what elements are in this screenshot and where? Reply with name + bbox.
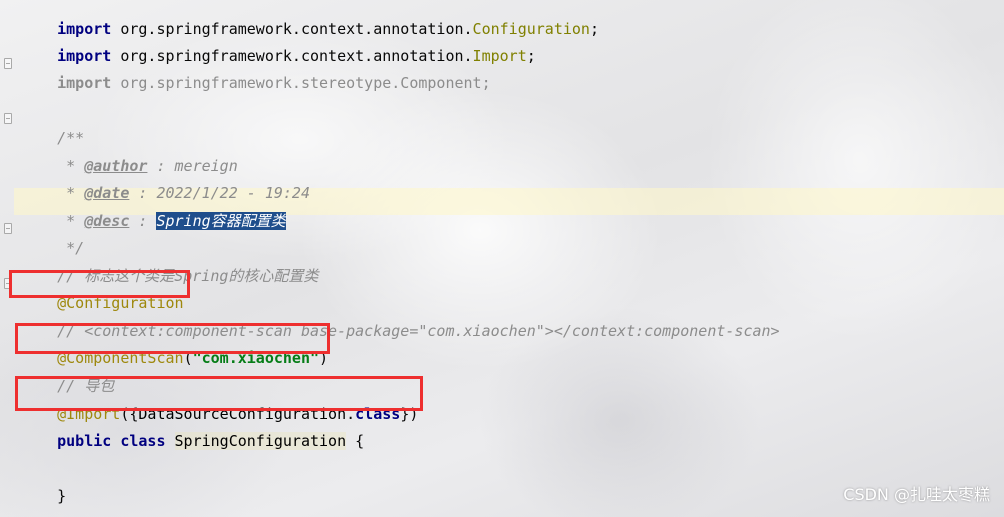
comment-import-package[interactable]: // 导包 [21,356,114,395]
code-line-import-component[interactable]: import org.springframework.stereotype.Co… [21,53,490,92]
class-declaration-line[interactable]: public class SpringConfiguration { [21,411,364,450]
javadoc-date-line[interactable]: * @date : 2022/1/22 - 19:24 [21,163,310,202]
class-name: SpringConfiguration [174,432,347,450]
code-line-import-import[interactable]: import org.springframework.context.annot… [21,26,536,65]
fold-icon[interactable] [4,113,12,124]
selected-text[interactable]: Spring容器配置类 [156,212,286,230]
javadoc-open[interactable]: /** [21,108,84,147]
comment-core-config[interactable]: // 标志这个类是Spring的核心配置类 [21,246,318,285]
keyword-import: import [57,74,112,92]
fold-icon[interactable] [4,58,12,69]
csdn-watermark: CSDN @扎哇太枣糕 [843,485,990,504]
javadoc-desc-line[interactable]: * @desc : Spring容器配置类 [21,191,286,230]
code-line-import-configuration[interactable]: import org.springframework.context.annot… [21,0,599,38]
highlight-box-configuration [9,270,190,298]
comment-component-scan-xml[interactable]: // <context:component-scan base-package=… [21,301,779,340]
highlight-box-component-scan [15,323,330,354]
fold-icon[interactable] [4,223,12,234]
javadoc-author-line[interactable]: * @author : mereign [21,136,238,175]
closing-brace-line[interactable]: } [21,466,66,505]
javadoc-close[interactable]: */ [21,218,84,257]
desc-tag: @desc [84,212,130,230]
highlight-box-import [15,376,423,411]
editor-gutter [0,0,14,517]
code-editor[interactable]: import org.springframework.context.annot… [0,0,1004,517]
